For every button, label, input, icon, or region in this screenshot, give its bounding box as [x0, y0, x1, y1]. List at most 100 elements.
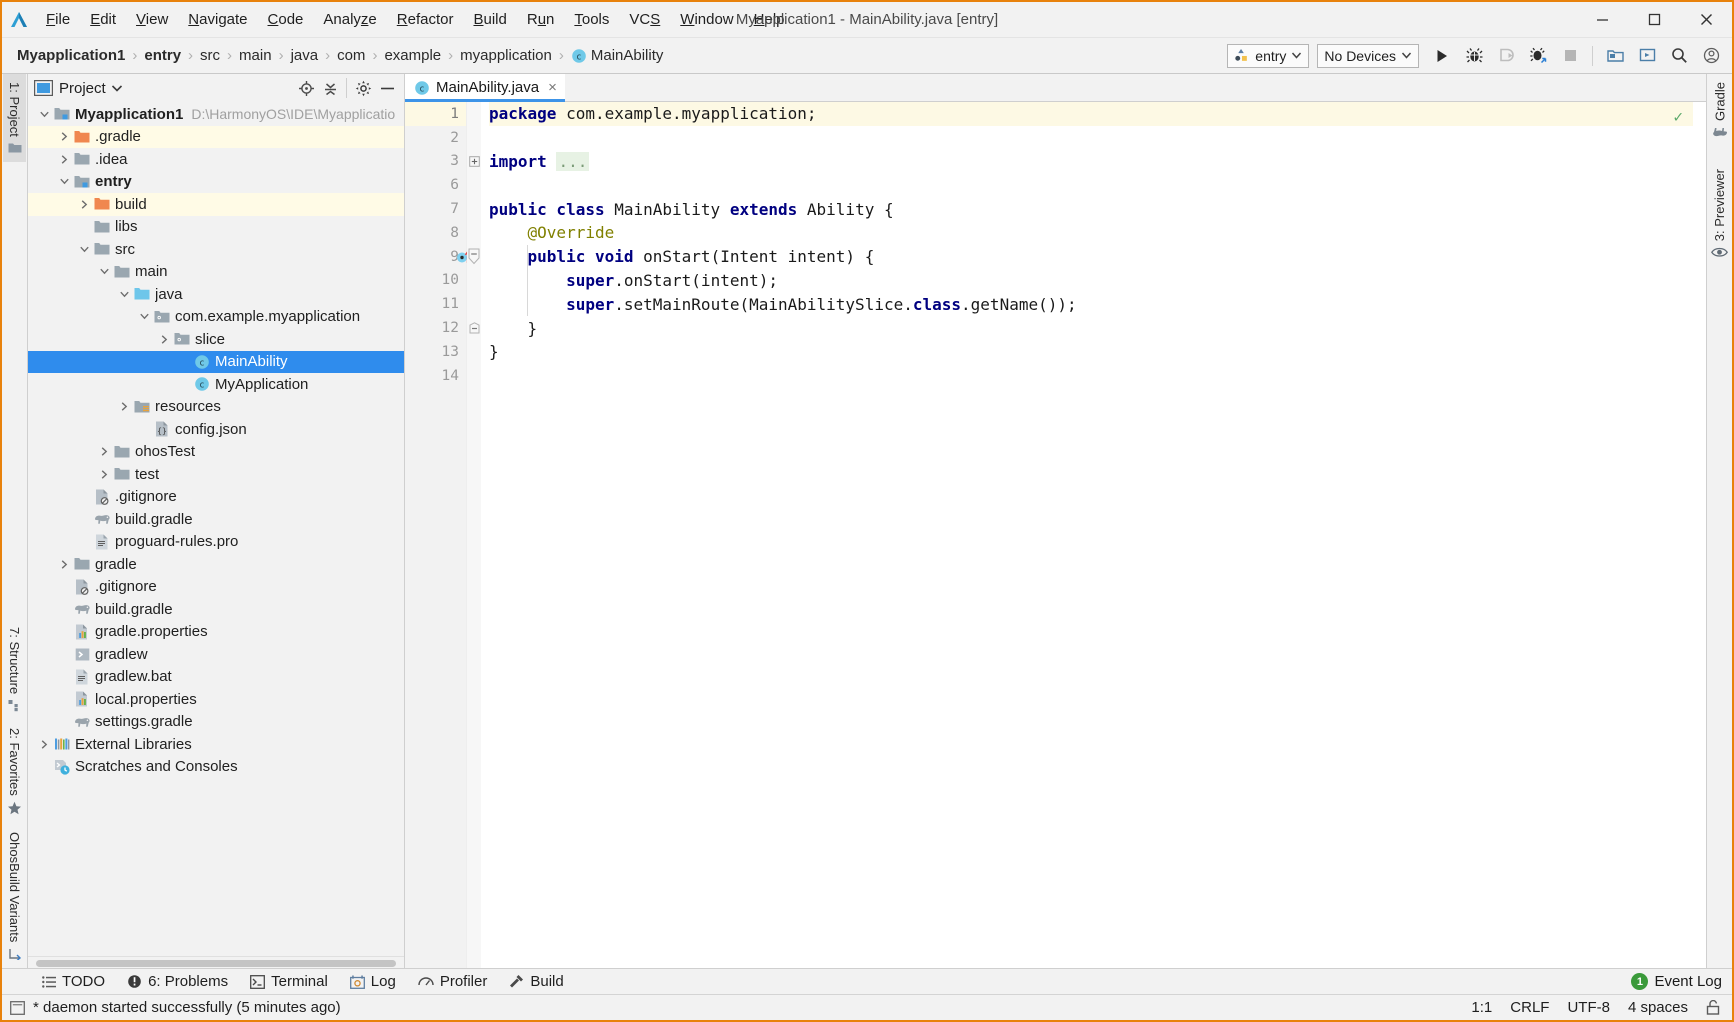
- chevron-down-icon[interactable]: [36, 103, 52, 125]
- chevron-right-icon[interactable]: [56, 553, 72, 575]
- menu-item-file[interactable]: File: [36, 2, 80, 38]
- tree-node--gitignore[interactable]: .gitignore: [28, 576, 404, 599]
- stop-button[interactable]: [1555, 42, 1585, 70]
- gutter-line-1[interactable]: 1: [405, 102, 466, 126]
- chevron-right-icon[interactable]: [56, 148, 72, 170]
- menu-item-help[interactable]: Help: [744, 2, 795, 38]
- chevron-down-icon[interactable]: [56, 171, 72, 193]
- hide-panel-icon[interactable]: [376, 77, 398, 99]
- tree-node-build[interactable]: build: [28, 193, 404, 216]
- status-icon[interactable]: [10, 1000, 25, 1015]
- tree-node-resources[interactable]: resources: [28, 396, 404, 419]
- breadcrumb-item-java[interactable]: java: [288, 47, 322, 64]
- code-line-11[interactable]: super .setMainRoute(MainAbilitySlice. clas…: [489, 292, 1693, 316]
- tree-node-gradlew-bat[interactable]: gradlew.bat: [28, 666, 404, 689]
- close-icon[interactable]: ×: [548, 79, 557, 96]
- code-line-7[interactable]: public class MainAbility extends Ability…: [489, 197, 1693, 221]
- gear-icon[interactable]: [352, 77, 374, 99]
- code-line-1[interactable]: package com.example.myapplication;: [489, 102, 1693, 126]
- tree-node--idea[interactable]: .idea: [28, 148, 404, 171]
- editor-gutter[interactable]: 1 2 3 6 7 8 9 10 11 12 13 14: [405, 102, 471, 968]
- inspection-status-icon[interactable]: ✓: [1673, 107, 1683, 126]
- debug-button[interactable]: [1459, 42, 1489, 70]
- code-line-8[interactable]: @Override: [489, 221, 1693, 245]
- caret-position[interactable]: 1:1: [1471, 999, 1492, 1016]
- bottom-tab-terminal[interactable]: Terminal: [240, 969, 338, 995]
- breadcrumb-item-src[interactable]: src: [197, 47, 223, 64]
- menu-item-edit[interactable]: Edit: [80, 2, 126, 38]
- breadcrumb[interactable]: Myapplication1 › entry › src › main › java › com › e…: [14, 47, 666, 64]
- breadcrumb-item-myapplication1[interactable]: Myapplication1: [14, 47, 128, 64]
- bottom-tab-log[interactable]: Log: [340, 969, 406, 995]
- tree-node-gradle[interactable]: gradle: [28, 553, 404, 576]
- tree-node-gradlew[interactable]: gradlew: [28, 643, 404, 666]
- chevron-down-icon[interactable]: [76, 238, 92, 260]
- gutter-line-7[interactable]: 7: [405, 197, 466, 221]
- fold-column[interactable]: [467, 102, 481, 968]
- gutter-line-12[interactable]: 12: [405, 316, 466, 340]
- bottom-tab-problems[interactable]: 6: Problems: [117, 969, 238, 995]
- profile-button[interactable]: [1523, 42, 1553, 70]
- sidebar-item-favorites[interactable]: 2: Favorites: [3, 720, 26, 824]
- editor-tabs[interactable]: c MainAbility.java ×: [405, 74, 1706, 102]
- code-line-3[interactable]: import ...: [489, 150, 1693, 174]
- chevron-down-icon[interactable]: [136, 306, 152, 328]
- project-tree-hscrollbar[interactable]: [28, 956, 404, 968]
- sidebar-item-ohosbuild-variants[interactable]: OhosBuild Variants: [3, 824, 26, 968]
- tree-node--gradle[interactable]: .gradle: [28, 125, 404, 148]
- bottom-tab-profiler[interactable]: Profiler: [408, 969, 498, 995]
- editor-tab-mainability-java[interactable]: c MainAbility.java ×: [405, 74, 565, 102]
- gutter-line-6[interactable]: 6: [405, 173, 466, 197]
- menu-item-window[interactable]: Window: [670, 2, 743, 38]
- fold-cell-3[interactable]: [467, 150, 481, 174]
- chevron-down-icon[interactable]: [116, 283, 132, 305]
- chevron-right-icon[interactable]: [56, 126, 72, 148]
- gutter-line-13[interactable]: 13: [405, 340, 466, 364]
- panel-chevron-down-icon[interactable]: [111, 84, 122, 92]
- menu-item-vcs[interactable]: VCS: [619, 2, 670, 38]
- tree-node-settings-gradle[interactable]: settings.gradle: [28, 711, 404, 734]
- minimize-button[interactable]: [1576, 2, 1628, 38]
- tree-node-proguard-rules-pro[interactable]: proguard-rules.pro: [28, 531, 404, 554]
- tree-node-libs[interactable]: libs: [28, 216, 404, 239]
- menu-item-navigate[interactable]: Navigate: [178, 2, 257, 38]
- gutter-line-8[interactable]: 8: [405, 221, 466, 245]
- gutter-line-3[interactable]: 3: [405, 150, 466, 174]
- chevron-right-icon[interactable]: [156, 328, 172, 350]
- tree-node-scratches-and-consoles[interactable]: Scratches and Consoles: [28, 756, 404, 779]
- code-line-13[interactable]: }: [489, 340, 1693, 364]
- menu-item-tools[interactable]: Tools: [564, 2, 619, 38]
- gutter-line-9[interactable]: 9: [405, 245, 471, 269]
- breadcrumb-item-main[interactable]: main: [236, 47, 275, 64]
- fold-cell-12[interactable]: [467, 316, 481, 340]
- lock-icon[interactable]: [1706, 1000, 1720, 1015]
- code-line-10[interactable]: super .onStart(intent);: [489, 269, 1693, 293]
- run-button[interactable]: [1427, 42, 1457, 70]
- tree-node-gradle-properties[interactable]: gradle.properties: [28, 621, 404, 644]
- tree-node-slice[interactable]: slice: [28, 328, 404, 351]
- event-log-area[interactable]: 1 Event Log: [1631, 973, 1732, 990]
- breadcrumb-item-myapplication[interactable]: myapplication: [457, 47, 555, 64]
- sidebar-item-structure[interactable]: 7: Structure: [3, 619, 26, 720]
- gutter-line-11[interactable]: 11: [405, 292, 466, 316]
- breadcrumb-item-example[interactable]: example: [381, 47, 444, 64]
- fold-cell-9[interactable]: [467, 245, 481, 269]
- tree-node-external-libraries[interactable]: External Libraries: [28, 733, 404, 756]
- tree-node-main[interactable]: main: [28, 261, 404, 284]
- sidebar-item-project[interactable]: 1: Project: [3, 74, 26, 162]
- tree-node-myapplication1[interactable]: Myapplication1 D:\HarmonyOS\IDE\Myapplica…: [28, 103, 404, 126]
- file-encoding[interactable]: UTF-8: [1567, 999, 1610, 1016]
- menu-item-analyze[interactable]: Analyze: [313, 2, 386, 38]
- code-content[interactable]: ✓ package com.example.myapplication; imp…: [481, 102, 1693, 968]
- gutter-line-10[interactable]: 10: [405, 269, 466, 293]
- chevron-right-icon[interactable]: [96, 441, 112, 463]
- breadcrumb-item-mainability[interactable]: c MainAbility: [568, 47, 667, 64]
- tree-node--gitignore[interactable]: .gitignore: [28, 486, 404, 509]
- breadcrumb-item-com[interactable]: com: [334, 47, 368, 64]
- breadcrumb-item-entry[interactable]: entry: [141, 47, 184, 64]
- run-configuration-selector[interactable]: entry: [1227, 43, 1310, 68]
- menu-item-code[interactable]: Code: [258, 2, 314, 38]
- sidebar-item-gradle[interactable]: Gradle: [1708, 74, 1732, 147]
- chevron-right-icon[interactable]: [36, 733, 52, 755]
- tree-node-src[interactable]: src: [28, 238, 404, 261]
